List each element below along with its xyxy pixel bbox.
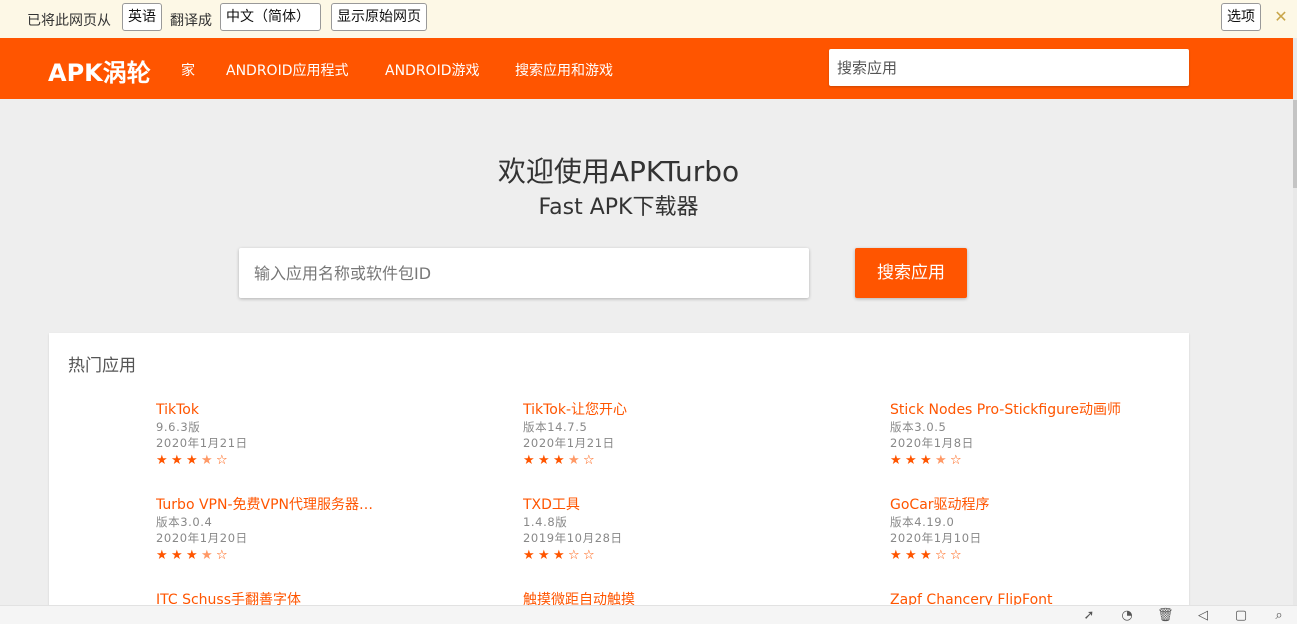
scrollbar-thumb[interactable] <box>1293 100 1297 188</box>
app-item: Turbo VPN-免费VPN代理服务器… 版本3.0.4 2020年1月20日… <box>156 496 486 564</box>
star-empty-icon: ☆ <box>583 548 595 563</box>
star-empty-icon: ☆ <box>568 548 580 563</box>
window-icon[interactable]: ▢ <box>1233 608 1249 623</box>
star-full-icon: ★ <box>920 453 932 468</box>
app-version: 版本4.19.0 <box>890 515 955 529</box>
header-search-input[interactable] <box>829 49 1189 86</box>
app-date: 2020年1月10日 <box>890 531 982 545</box>
volume-icon[interactable]: ◁ <box>1195 608 1211 623</box>
star-full-icon: ★ <box>553 548 565 563</box>
app-item: TikTok-让您开心 版本14.7.5 2020年1月21日 ★ ★ ★ ★ ☆ <box>523 401 853 469</box>
browser-status-bar: ➚ ◔ 🗑 ◁ ▢ ⌕ <box>0 605 1297 624</box>
search-apps-button[interactable]: 搜索应用 <box>855 248 967 298</box>
star-full-icon: ★ <box>156 453 168 468</box>
star-empty-icon: ☆ <box>935 548 947 563</box>
star-half-icon: ★ <box>201 548 213 563</box>
close-icon[interactable]: ✕ <box>1271 7 1291 27</box>
options-button[interactable]: 选项 <box>1221 3 1261 31</box>
star-empty-icon: ☆ <box>950 548 962 563</box>
app-item: Stick Nodes Pro-Stickfigure动画师 版本3.0.5 2… <box>890 401 1220 469</box>
star-full-icon: ★ <box>523 548 535 563</box>
hero-subtitle: Fast APK下载器 <box>538 195 699 220</box>
translate-bar: 已将此网页从 英语 翻译成 中文（简体） 显示原始网页 选项 ✕ <box>0 0 1297 39</box>
star-full-icon: ★ <box>186 453 198 468</box>
zoom-icon[interactable]: ⌕ <box>1271 608 1287 623</box>
star-full-icon: ★ <box>920 548 932 563</box>
app-item: GoCar驱动程序 版本4.19.0 2020年1月10日 ★ ★ ★ ☆ ☆ <box>890 496 1220 564</box>
page-scrollbar[interactable] <box>1293 38 1297 605</box>
app-date: 2020年1月21日 <box>523 436 615 450</box>
rating-stars: ★ ★ ★ ★ ☆ <box>890 453 1220 469</box>
rating-stars: ★ ★ ★ ★ ☆ <box>156 453 486 469</box>
star-full-icon: ★ <box>905 453 917 468</box>
translate-mid-text: 翻译成 <box>170 13 212 29</box>
app-item: TXD工具 1.4.8版 2019年10月28日 ★ ★ ★ ☆ ☆ <box>523 496 853 564</box>
star-half-icon: ★ <box>935 453 947 468</box>
app-version: 版本3.0.5 <box>890 420 947 434</box>
popular-apps-card: 热门应用 TikTok 9.6.3版 2020年1月21日 ★ ★ ★ ★ ☆ TikT… <box>49 333 1189 623</box>
star-half-icon: ★ <box>568 453 580 468</box>
app-name-link[interactable]: TXD工具 <box>523 496 853 514</box>
main-search-input[interactable] <box>239 248 809 298</box>
app-version: 9.6.3版 <box>156 420 201 434</box>
popular-apps-title: 热门应用 <box>68 356 136 376</box>
app-name-link[interactable]: Stick Nodes Pro-Stickfigure动画师 <box>890 401 1220 419</box>
star-full-icon: ★ <box>156 548 168 563</box>
star-half-icon: ★ <box>201 453 213 468</box>
star-full-icon: ★ <box>538 548 550 563</box>
app-date: 2020年1月21日 <box>156 436 248 450</box>
target-language-button[interactable]: 中文（简体） <box>220 3 321 31</box>
app-item: TikTok 9.6.3版 2020年1月21日 ★ ★ ★ ★ ☆ <box>156 401 486 469</box>
app-version: 1.4.8版 <box>523 515 568 529</box>
star-empty-icon: ☆ <box>216 453 228 468</box>
app-name-link[interactable]: TikTok <box>156 401 486 419</box>
site-logo[interactable]: APK涡轮 <box>48 53 151 88</box>
rating-stars: ★ ★ ★ ★ ☆ <box>156 548 486 564</box>
trash-icon[interactable]: 🗑 <box>1157 608 1174 623</box>
app-version: 版本3.0.4 <box>156 515 213 529</box>
star-full-icon: ★ <box>171 548 183 563</box>
app-date: 2019年10月28日 <box>523 531 623 545</box>
star-full-icon: ★ <box>890 453 902 468</box>
star-full-icon: ★ <box>890 548 902 563</box>
app-date: 2020年1月8日 <box>890 436 974 450</box>
star-empty-icon: ☆ <box>950 453 962 468</box>
source-language-button[interactable]: 英语 <box>122 3 162 31</box>
show-original-button[interactable]: 显示原始网页 <box>331 3 427 31</box>
star-full-icon: ★ <box>171 453 183 468</box>
nav-android-games[interactable]: ANDROID游戏 <box>385 60 480 80</box>
nav-search-apps-games[interactable]: 搜索应用和游戏 <box>515 60 613 80</box>
app-name-link[interactable]: TikTok-让您开心 <box>523 401 853 419</box>
app-name-link[interactable]: Turbo VPN-免费VPN代理服务器… <box>156 496 486 514</box>
app-date: 2020年1月20日 <box>156 531 248 545</box>
star-empty-icon: ☆ <box>216 548 228 563</box>
site-header: APK涡轮 家 ANDROID应用程式 ANDROID游戏 搜索应用和游戏 <box>0 38 1293 99</box>
app-name-link[interactable]: GoCar驱动程序 <box>890 496 1220 514</box>
translate-prefix-text: 已将此网页从 <box>27 13 111 29</box>
rating-stars: ★ ★ ★ ★ ☆ <box>523 453 853 469</box>
speed-icon[interactable]: ◔ <box>1119 608 1135 623</box>
star-full-icon: ★ <box>905 548 917 563</box>
nav-android-apps[interactable]: ANDROID应用程式 <box>226 60 349 80</box>
star-full-icon: ★ <box>523 453 535 468</box>
rating-stars: ★ ★ ★ ☆ ☆ <box>523 548 853 564</box>
rating-stars: ★ ★ ★ ☆ ☆ <box>890 548 1220 564</box>
star-empty-icon: ☆ <box>583 453 595 468</box>
app-version: 版本14.7.5 <box>523 420 588 434</box>
star-full-icon: ★ <box>538 453 550 468</box>
star-full-icon: ★ <box>553 453 565 468</box>
star-full-icon: ★ <box>186 548 198 563</box>
hero-title: 欢迎使用APKTurbo <box>497 155 740 188</box>
nav-home[interactable]: 家 <box>181 60 195 80</box>
rocket-icon[interactable]: ➚ <box>1081 608 1097 623</box>
